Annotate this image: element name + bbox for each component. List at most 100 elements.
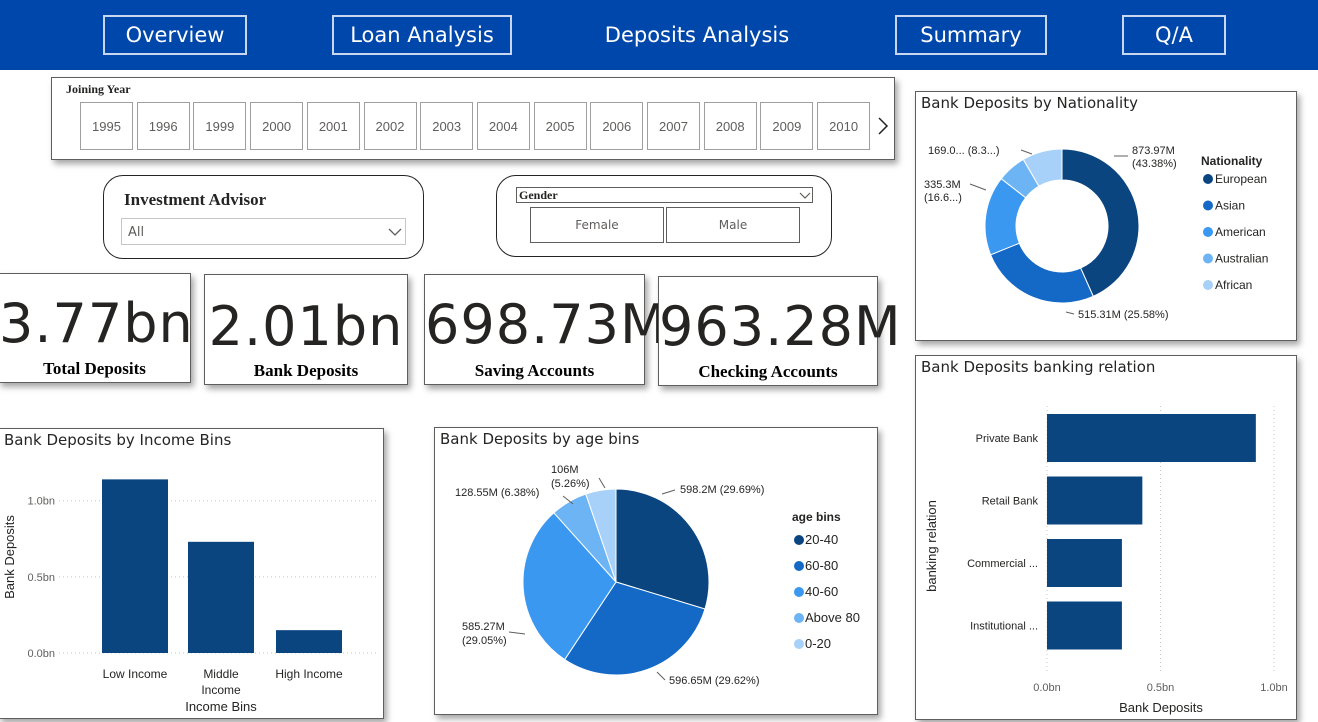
legend-marker-20-40	[794, 535, 804, 545]
tab-overview[interactable]: Overview	[103, 15, 247, 55]
top-navigation-bar: Overview Loan Analysis Deposits Analysis…	[0, 0, 1318, 70]
kpi-label: Total Deposits	[43, 359, 146, 378]
kpi-total-deposits: 3.77bn Total Deposits	[0, 273, 193, 383]
data-label-60-80: 596.65M (29.62%)	[669, 675, 760, 687]
year-button-2008[interactable]: 2008	[703, 102, 757, 150]
tab-summary[interactable]: Summary	[895, 15, 1047, 55]
data-label-leader	[598, 477, 606, 489]
kpi-saving-accounts: 698.73M Saving Accounts	[424, 274, 668, 385]
legend-marker-0-20	[794, 639, 804, 649]
kpi-label: Checking Accounts	[698, 362, 838, 381]
data-label-above-80: 128.55M (6.38%)	[455, 487, 539, 499]
year-button-1996[interactable]: 1996	[136, 102, 190, 150]
income-bins-chart-card: Bank Deposits by Income Bins 0.0bn 0.5bn 1…	[0, 428, 384, 719]
y-tick-label: Private Bank	[976, 433, 1039, 445]
age-bins-pie-chart: 598.2M (29.69%) 596.65M (29.62%) 585.27M (2…	[455, 464, 860, 687]
x-tick-label: High Income	[275, 667, 343, 681]
bar-0	[102, 479, 168, 653]
data-label-asian: 515.31M (25.58%)	[1078, 309, 1169, 321]
legend-label-above-80: Above 80	[805, 610, 860, 625]
investment-advisor-title: Investment Advisor	[124, 190, 267, 209]
kpi-bank-deposits: 2.01bn Bank Deposits	[204, 274, 408, 385]
investment-advisor-slicer: Investment Advisor All	[103, 175, 424, 259]
data-label-0-20-pct: (5.26%)	[551, 478, 590, 490]
year-button-2000[interactable]: 2000	[250, 102, 304, 150]
nationality-donut-chart: 873.97M(43.38%) 515.31M (25.58%) 335.3M(16…	[924, 145, 1268, 321]
gender-option-female[interactable]: Female	[530, 207, 664, 243]
legend-title: age bins	[792, 510, 841, 524]
donut-slice-asian	[989, 242, 1094, 304]
bar-2	[276, 630, 342, 653]
data-label-leader	[656, 671, 666, 681]
data-label-leader	[661, 489, 676, 495]
y-tick-label: Retail Bank	[982, 496, 1039, 508]
year-button-2004[interactable]: 2004	[476, 102, 530, 150]
x-tick-label: 0.5bn	[1147, 682, 1175, 694]
data-label-leader	[1065, 311, 1075, 315]
gender-header-dropdown[interactable]: Gender	[516, 187, 813, 203]
data-label-leader	[969, 183, 987, 191]
data-label-african: 169.0... (8.3...)	[928, 145, 1000, 157]
legend-label-american: American	[1215, 225, 1266, 239]
kpi-value: 698.73M	[425, 293, 668, 356]
chevron-down-icon	[388, 228, 402, 236]
legend-marker-american	[1203, 227, 1213, 237]
tab-qa[interactable]: Q/A	[1122, 15, 1226, 55]
legend-label-20-40: 20-40	[805, 532, 838, 547]
x-tick-label: 1.0bn	[1260, 682, 1288, 694]
year-button-2010[interactable]: 2010	[817, 102, 871, 150]
chevron-right-icon[interactable]	[876, 116, 890, 136]
legend-label-40-60: 40-60	[805, 584, 838, 599]
year-button-2005[interactable]: 2005	[533, 102, 587, 150]
legend-label-african: African	[1215, 278, 1252, 292]
legend-label-australian: Australian	[1215, 252, 1268, 266]
bar-2	[1047, 539, 1122, 587]
investment-advisor-dropdown[interactable]: All	[121, 218, 406, 245]
y-tick-label: Commercial ...	[967, 558, 1038, 570]
gender-option-male[interactable]: Male	[666, 207, 800, 243]
data-label-american: 335.3M	[924, 179, 961, 191]
investment-advisor-value: All	[128, 225, 145, 240]
year-button-1999[interactable]: 1999	[193, 102, 247, 150]
year-button-2003[interactable]: 2003	[420, 102, 474, 150]
data-label-european-pct: (43.38%)	[1132, 158, 1177, 170]
year-button-2006[interactable]: 2006	[590, 102, 644, 150]
bar-1	[1047, 476, 1143, 525]
year-button-1995[interactable]: 1995	[80, 102, 133, 150]
kpi-label: Bank Deposits	[253, 361, 359, 380]
data-label-20-40: 598.2M (29.69%)	[680, 484, 764, 496]
bar-0	[1047, 414, 1256, 462]
legend-marker-african	[1203, 280, 1213, 290]
kpi-checking-accounts: 963.28M Checking Accounts	[658, 276, 901, 386]
data-label-40-60-pct: (29.05%)	[462, 635, 507, 647]
legend-title: Nationality	[1201, 154, 1263, 168]
legend-marker-european	[1203, 174, 1213, 184]
y-tick-label: Institutional ...	[970, 621, 1038, 633]
year-button-2007[interactable]: 2007	[647, 102, 700, 150]
banking-relation-chart-card: Bank Deposits banking relation 0.0bn 0.5b…	[915, 355, 1297, 720]
kpi-label: Saving Accounts	[474, 361, 595, 380]
year-button-2001[interactable]: 2001	[306, 102, 360, 150]
gender-title: Gender	[519, 188, 558, 202]
kpi-value: 2.01bn	[208, 295, 404, 358]
legend-label-60-80: 60-80	[805, 558, 838, 573]
tab-loan-analysis[interactable]: Loan Analysis	[332, 15, 512, 55]
y-axis-title: Bank Deposits	[2, 515, 17, 599]
x-axis-title: Income Bins	[185, 699, 257, 714]
x-tick-label: Middle	[203, 667, 239, 681]
legend-marker-above-80	[794, 613, 804, 623]
joining-year-slicer: Joining Year 1995 1996 1999 2000 2001 2002 200…	[51, 77, 895, 160]
legend-label-european: European	[1215, 172, 1267, 186]
data-label-40-60: 585.27M	[462, 621, 505, 633]
legend-marker-asian	[1203, 200, 1213, 211]
legend-label-asian: Asian	[1215, 199, 1245, 213]
year-button-2002[interactable]: 2002	[363, 102, 417, 150]
chevron-down-icon	[799, 192, 811, 199]
data-label-american-pct: (16.6...)	[924, 192, 962, 204]
y-tick-label: 0.5bn	[27, 572, 55, 584]
x-tick-label-line2: Income	[201, 683, 241, 697]
tab-deposits-analysis[interactable]: Deposits Analysis	[597, 15, 797, 55]
year-button-2009[interactable]: 2009	[760, 102, 814, 150]
legend-marker-60-80	[794, 561, 804, 571]
x-axis-title: Bank Deposits	[1119, 700, 1203, 715]
